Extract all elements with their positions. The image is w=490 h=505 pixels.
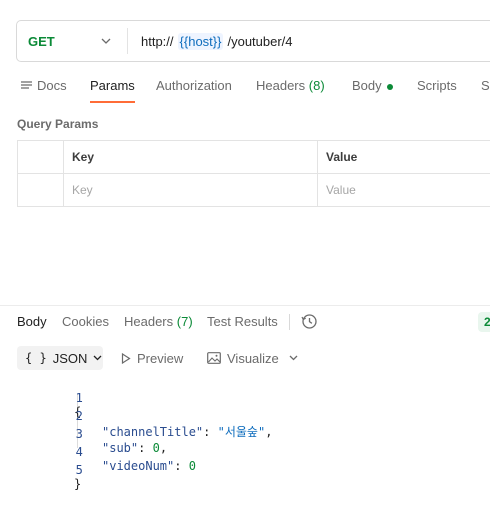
code-text: "sub": 0, xyxy=(102,441,167,455)
visualize-options-dropdown[interactable] xyxy=(289,346,298,370)
code-line: 2 "channelTitle": "서울숲", xyxy=(0,395,273,439)
line-number: 5 xyxy=(75,463,83,477)
code-text: "channelTitle": "서울숲", xyxy=(102,423,272,440)
code-text: "videoNum": 0 xyxy=(102,459,196,473)
json-comma: , xyxy=(159,441,168,455)
format-label: JSON xyxy=(52,350,88,366)
method-label: GET xyxy=(28,33,55,49)
tab-headers[interactable]: Headers (8) xyxy=(256,78,325,93)
query-params-title: Query Params xyxy=(17,117,99,131)
response-tab-body[interactable]: Body xyxy=(17,314,47,329)
tab-authorization-label: Authorization xyxy=(156,78,232,93)
code-line: 1 { xyxy=(0,377,83,419)
table-row: Key Value xyxy=(18,174,490,207)
code-text: } xyxy=(74,477,82,491)
response-headers-count: (7) xyxy=(176,314,193,329)
param-key-input[interactable]: Key xyxy=(64,174,318,206)
url-prefix: http:// xyxy=(141,33,174,49)
response-divider xyxy=(0,305,490,306)
json-key: "videoNum" xyxy=(102,459,175,473)
tab-separator xyxy=(289,314,290,330)
row-checkbox[interactable] xyxy=(18,174,64,206)
url-path: /youtuber/4 xyxy=(227,33,293,49)
image-icon xyxy=(207,352,221,364)
braces-icon: { } xyxy=(25,351,47,365)
tab-body-label: Body xyxy=(352,78,382,93)
json-colon: : xyxy=(174,459,189,473)
body-indicator-dot xyxy=(386,83,393,90)
preview-button[interactable]: Preview xyxy=(121,346,183,370)
docs-icon xyxy=(21,81,32,91)
table-header-row: Key Value xyxy=(18,141,490,174)
json-string-value: "서울숲" xyxy=(217,425,266,439)
tab-settings-label: Se xyxy=(481,78,490,93)
json-comma: , xyxy=(265,425,273,439)
param-value-input[interactable]: Value xyxy=(318,174,490,206)
visualize-label: Visualize xyxy=(227,350,279,366)
code-line: 4 "videoNum": 0 xyxy=(0,431,196,473)
code-line: 5 } xyxy=(0,449,83,491)
history-icon[interactable] xyxy=(301,313,318,330)
key-column-header: Key xyxy=(64,141,318,173)
tab-headers-count: (8) xyxy=(308,78,325,93)
chevron-down-icon xyxy=(289,355,298,361)
tab-docs[interactable]: Docs xyxy=(21,78,67,93)
line-number: 1 xyxy=(75,391,83,405)
visualize-button[interactable]: Visualize xyxy=(207,346,279,370)
method-select[interactable]: GET xyxy=(17,34,127,49)
json-colon: : xyxy=(138,441,153,455)
line-number: 4 xyxy=(75,445,83,459)
chevron-down-icon xyxy=(101,38,111,44)
play-icon xyxy=(121,352,131,364)
tab-docs-label: Docs xyxy=(37,78,67,93)
url-bar: GET http:// {{host}} /youtuber/4 xyxy=(16,20,490,62)
json-key: "channelTitle" xyxy=(102,425,204,439)
checkbox-column-header xyxy=(18,141,64,173)
format-select[interactable]: { } JSON xyxy=(17,346,103,370)
code-line: 3 "sub": 0, xyxy=(0,413,167,455)
tab-scripts-label: Scripts xyxy=(417,78,457,93)
tab-headers-label: Headers xyxy=(256,78,306,93)
response-headers-label: Headers xyxy=(124,314,174,329)
response-tab-test-results[interactable]: Test Results xyxy=(207,314,278,329)
json-number-value: 0 xyxy=(152,441,160,455)
tab-body[interactable]: Body xyxy=(352,78,393,93)
url-input[interactable]: http:// {{host}} /youtuber/4 xyxy=(128,32,293,50)
tab-params[interactable]: Params xyxy=(90,78,135,103)
chevron-down-icon xyxy=(93,355,102,361)
response-tab-cookies[interactable]: Cookies xyxy=(62,314,109,329)
line-number: 3 xyxy=(75,427,83,441)
tab-authorization[interactable]: Authorization xyxy=(156,78,232,93)
url-variable[interactable]: {{host}} xyxy=(177,32,224,50)
line-number: 2 xyxy=(75,409,83,423)
query-params-table: Key Value Key Value xyxy=(17,140,490,207)
json-key: "sub" xyxy=(102,441,139,455)
value-column-header: Value xyxy=(318,141,490,173)
tab-settings[interactable]: Se xyxy=(481,78,490,93)
preview-label: Preview xyxy=(137,350,184,366)
json-number-value: 0 xyxy=(188,459,196,473)
request-tabs: Docs Params Authorization Headers (8) Bo… xyxy=(0,78,490,104)
tab-params-label: Params xyxy=(90,78,135,93)
json-colon: : xyxy=(203,425,218,439)
status-badge: 2 xyxy=(478,312,490,332)
response-tab-headers[interactable]: Headers (7) xyxy=(124,314,193,329)
tab-scripts[interactable]: Scripts xyxy=(417,78,457,93)
